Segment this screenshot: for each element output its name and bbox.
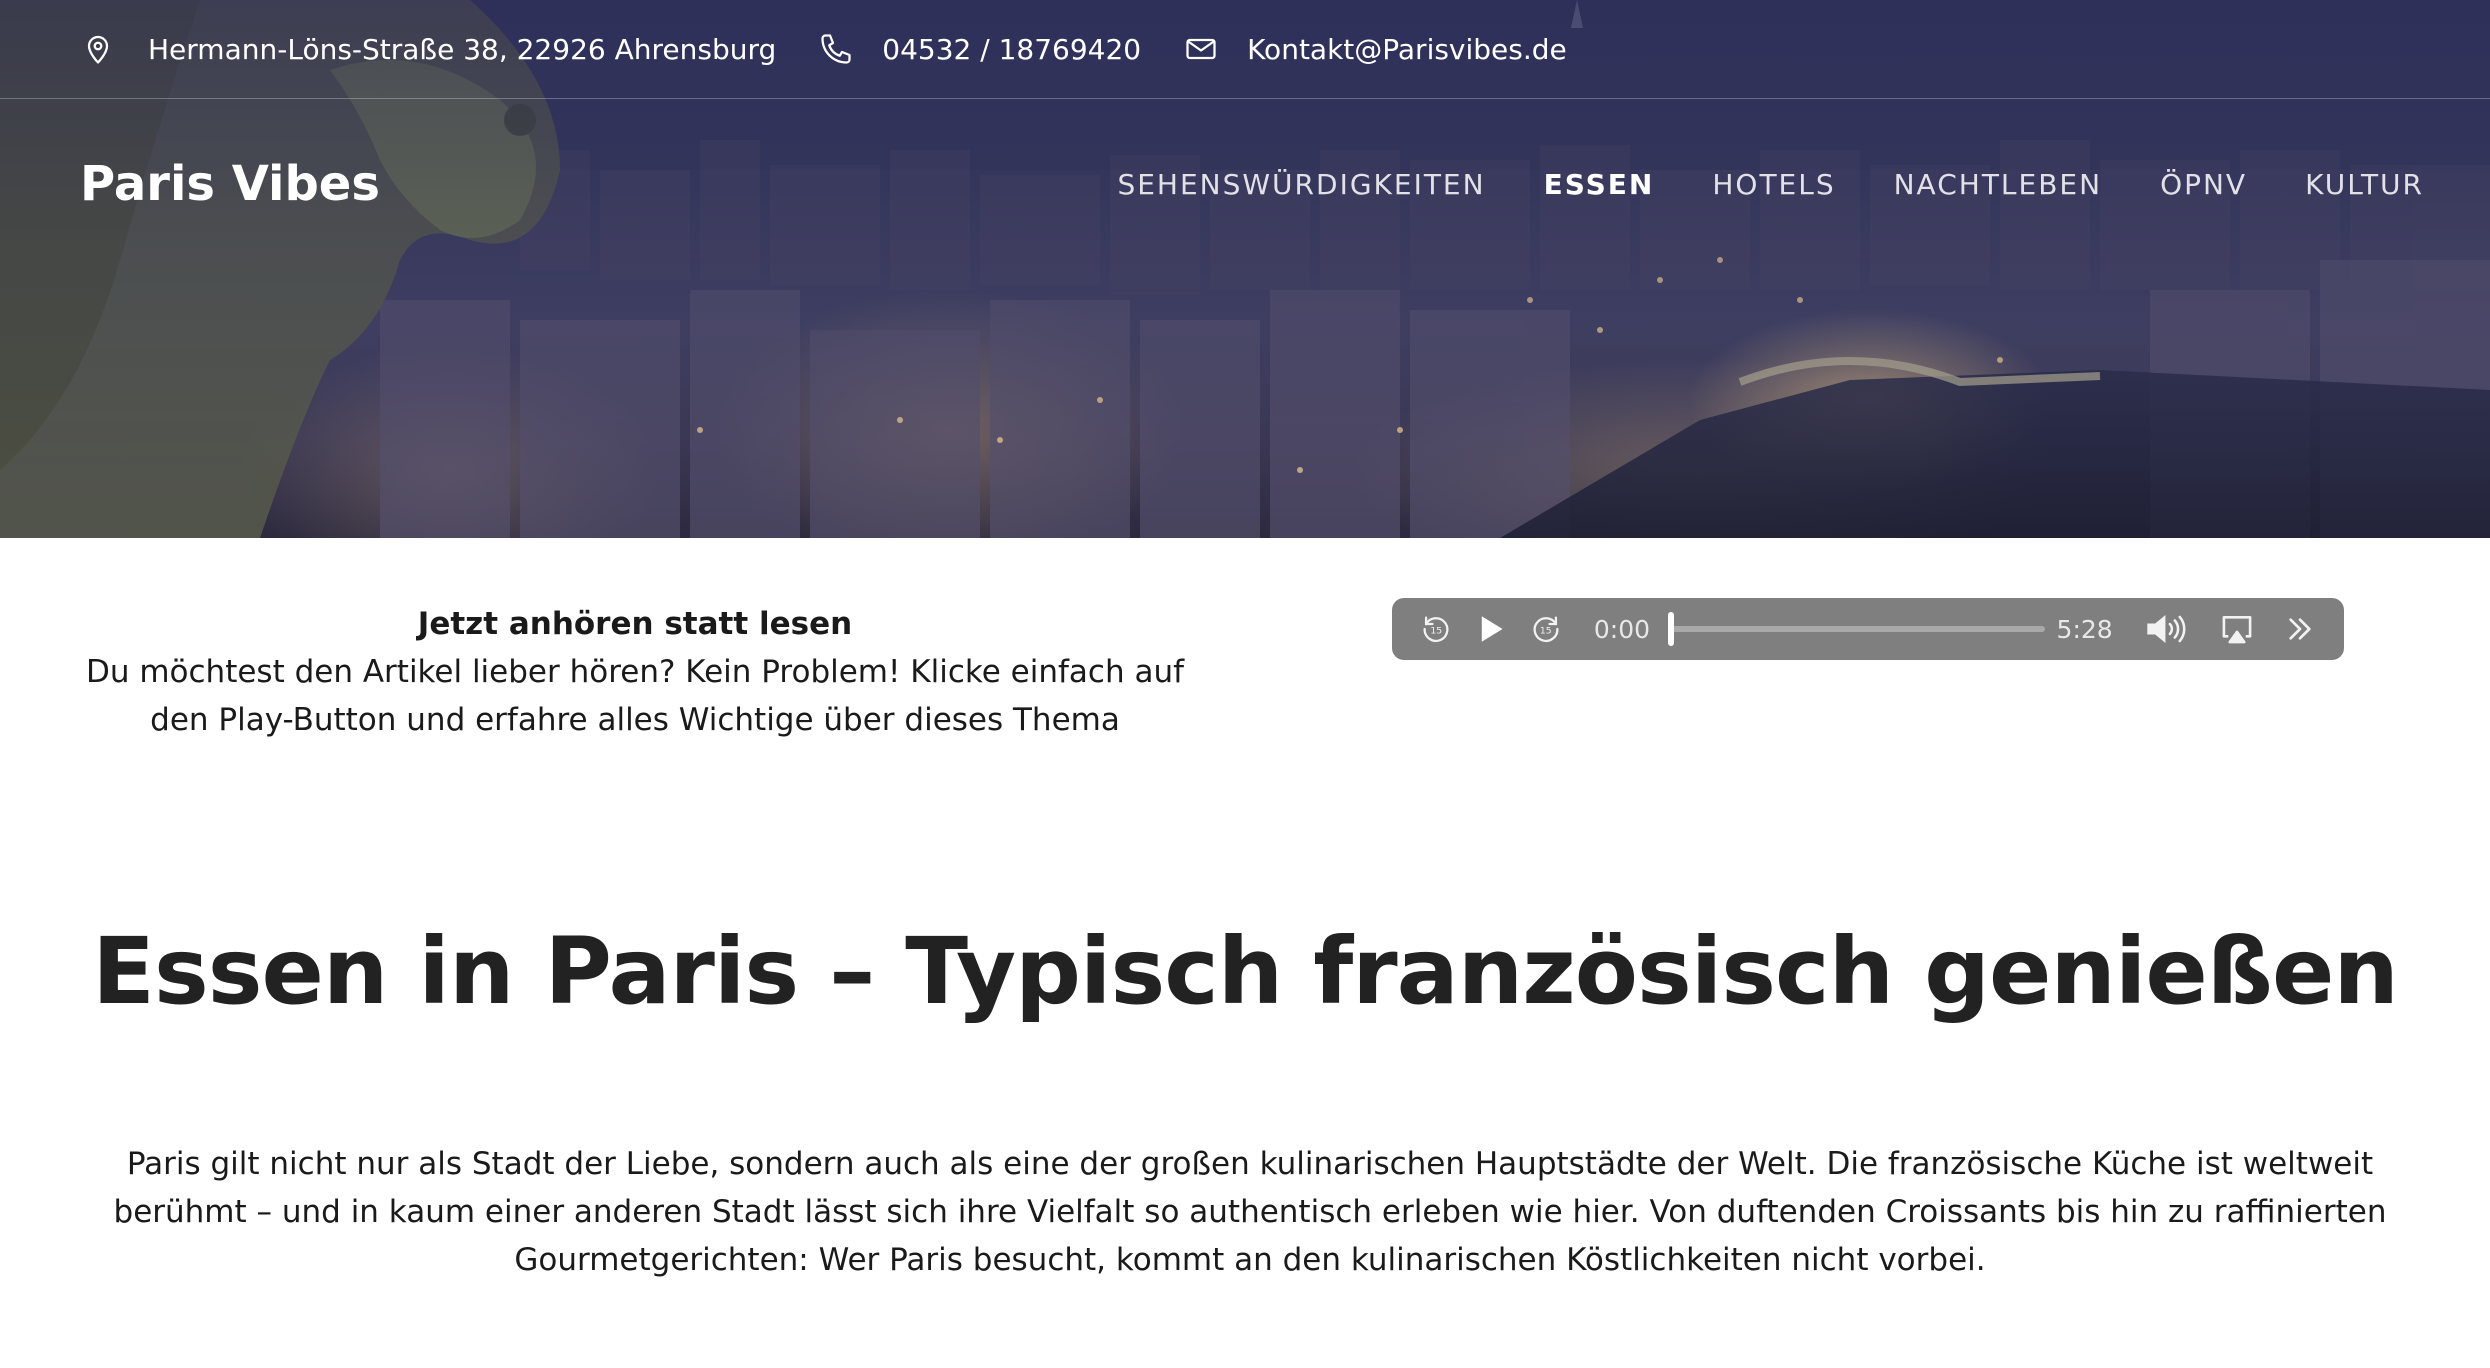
audio-description: Du möchtest den Artikel lieber hören? Ke… <box>85 654 1185 738</box>
mail-icon <box>1186 38 1216 60</box>
address-text: Hermann-Löns-Straße 38, 22926 Ahrensburg <box>148 32 777 66</box>
more-options-button[interactable] <box>2283 611 2318 647</box>
phone-item[interactable]: 04532 / 18769420 <box>818 31 1141 67</box>
nav-item-hotels[interactable]: HOTELS <box>1712 168 1835 201</box>
duration-time: 5:28 <box>2056 614 2113 644</box>
nav-item-nachtleben[interactable]: NACHTLEBEN <box>1894 168 2102 201</box>
hero-banner: Hermann-Löns-Straße 38, 22926 Ahrensburg… <box>0 0 2490 538</box>
play-button[interactable] <box>1473 611 1508 647</box>
page-title: Essen in Paris – Typisch französisch gen… <box>92 918 2399 1025</box>
seek-bar[interactable] <box>1668 612 2045 646</box>
seek-thumb[interactable] <box>1668 612 1675 646</box>
skip-back-15-icon: 15 <box>1423 616 1449 642</box>
volume-icon <box>2146 614 2186 644</box>
play-icon <box>1481 616 1503 642</box>
skip-forward-button[interactable]: 15 <box>1529 611 1564 647</box>
airplay-icon <box>2222 616 2252 644</box>
phone-link[interactable]: 04532 / 18769420 <box>882 33 1141 66</box>
email-item[interactable]: Kontakt@Parisvibes.de <box>1183 31 1567 67</box>
airplay-button[interactable] <box>2219 611 2255 647</box>
site-logo[interactable]: Paris Vibes <box>80 156 380 212</box>
audio-section: Jetzt anhören statt lesen Du möchtest de… <box>0 538 2490 768</box>
nav-item-kultur[interactable]: KULTUR <box>2305 168 2424 201</box>
main-nav: SEHENSWÜRDIGKEITEN ESSEN HOTELS NACHTLEB… <box>1059 168 2424 201</box>
email-link[interactable]: Kontakt@Parisvibes.de <box>1247 33 1567 66</box>
address-item: Hermann-Löns-Straße 38, 22926 Ahrensburg <box>80 31 776 67</box>
skip-back-button[interactable]: 15 <box>1418 611 1453 647</box>
nav-item-oepnv[interactable]: ÖPNV <box>2160 168 2247 201</box>
phone-icon <box>821 34 851 64</box>
site-header: Paris Vibes SEHENSWÜRDIGKEITEN ESSEN HOT… <box>0 100 2490 280</box>
svg-text:15: 15 <box>1540 626 1552 637</box>
svg-text:15: 15 <box>1430 626 1442 637</box>
contact-bar: Hermann-Löns-Straße 38, 22926 Ahrensburg… <box>0 0 2490 99</box>
nav-item-sehenswuerdigkeiten[interactable]: SEHENSWÜRDIGKEITEN <box>1117 168 1485 201</box>
audio-intro: Jetzt anhören statt lesen Du möchtest de… <box>70 600 1200 744</box>
nav-item-essen[interactable]: ESSEN <box>1544 168 1655 201</box>
skip-forward-15-icon: 15 <box>1533 616 1559 642</box>
audio-player: 15 15 0:00 5:28 <box>1392 598 2344 660</box>
chevron-double-right-icon <box>2289 618 2311 640</box>
volume-button[interactable] <box>2143 611 2191 647</box>
audio-title: Jetzt anhören statt lesen <box>417 606 853 642</box>
article-intro: Paris gilt nicht nur als Stadt der Liebe… <box>113 1146 2387 1278</box>
map-pin-icon <box>87 35 109 64</box>
current-time: 0:00 <box>1593 614 1651 644</box>
